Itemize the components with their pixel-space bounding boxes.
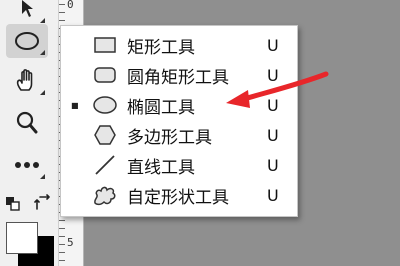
annotation-arrow (226, 71, 329, 108)
